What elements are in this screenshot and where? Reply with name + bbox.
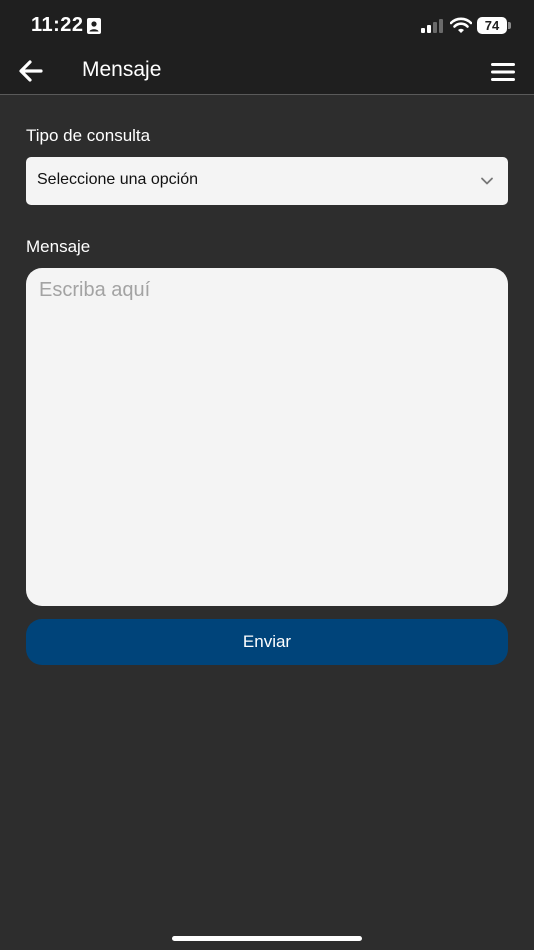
status-time: 11:22 — [31, 14, 84, 36]
query-type-selected-value: Seleccione una opción — [37, 171, 199, 188]
page-title: Mensaje — [82, 58, 162, 81]
message-label: Mensaje — [26, 237, 91, 256]
query-type-label: Tipo de consulta — [26, 126, 151, 145]
battery-level: 74 — [484, 18, 500, 33]
chevron-down-icon — [481, 177, 493, 185]
arrow-left-icon — [19, 60, 43, 82]
app-header: Mensaje — [0, 50, 534, 95]
contact-card-icon — [87, 18, 101, 34]
back-button[interactable] — [14, 56, 48, 86]
send-button[interactable]: Enviar — [26, 619, 508, 665]
message-textarea[interactable] — [26, 268, 508, 606]
query-type-select[interactable]: Seleccione una opción — [26, 157, 508, 205]
hamburger-menu-icon — [491, 63, 515, 81]
cellular-signal-icon — [421, 19, 443, 33]
battery-tip — [508, 22, 511, 29]
message-screen: 11:22 74 Mensaje Tipo de consulta Selecc… — [0, 0, 534, 950]
menu-button[interactable] — [488, 57, 518, 87]
wifi-icon — [450, 17, 472, 33]
status-bar: 11:22 74 — [0, 0, 534, 50]
battery-icon: 74 — [477, 17, 507, 34]
home-indicator — [172, 936, 362, 941]
